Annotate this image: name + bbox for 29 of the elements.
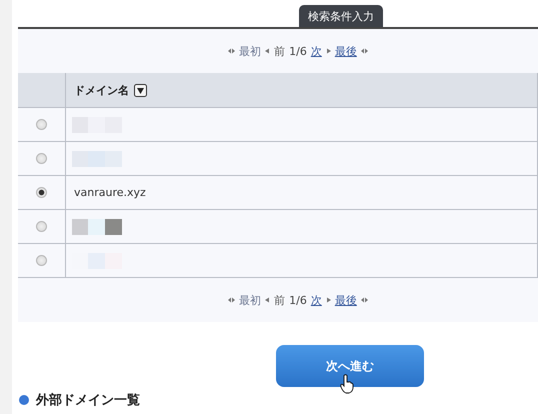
previous-page-link: 前 <box>274 292 286 308</box>
radio-button[interactable] <box>36 119 47 130</box>
last-page-link[interactable]: 最後 <box>334 44 357 58</box>
double-arrow-icon <box>228 297 236 303</box>
next-page-link[interactable]: 次 <box>310 44 322 58</box>
domain-name: vanraure.xyz <box>73 186 146 199</box>
first-page-link: 最初 <box>239 292 262 308</box>
column-header: ドメイン名 <box>74 82 129 98</box>
pointer-cursor-icon <box>340 374 354 394</box>
next-button[interactable]: 次へ進む <box>276 345 424 387</box>
radio-button[interactable] <box>36 255 47 266</box>
radio-button[interactable] <box>36 153 47 164</box>
right-arrow-icon <box>326 297 331 303</box>
double-arrow-icon <box>228 48 236 54</box>
previous-page-link: 前 <box>274 44 286 58</box>
left-arrow-icon <box>265 297 270 303</box>
first-page-link: 最初 <box>239 44 262 58</box>
next-page-link[interactable]: 次 <box>310 292 322 308</box>
section-heading: 外部ドメイン一覧 <box>36 392 140 409</box>
page-count: 1/6 <box>289 294 307 306</box>
last-page-link[interactable]: 最後 <box>334 292 357 308</box>
right-arrow-icon <box>326 48 331 54</box>
search-conditions-tab[interactable]: 検索条件入力 <box>299 5 383 27</box>
left-arrow-icon <box>265 48 270 54</box>
double-arrow-icon <box>360 297 368 303</box>
radio-button[interactable] <box>36 187 47 198</box>
radio-button[interactable] <box>36 221 47 232</box>
double-arrow-icon <box>360 48 368 54</box>
page-count: 1/6 <box>289 44 307 58</box>
